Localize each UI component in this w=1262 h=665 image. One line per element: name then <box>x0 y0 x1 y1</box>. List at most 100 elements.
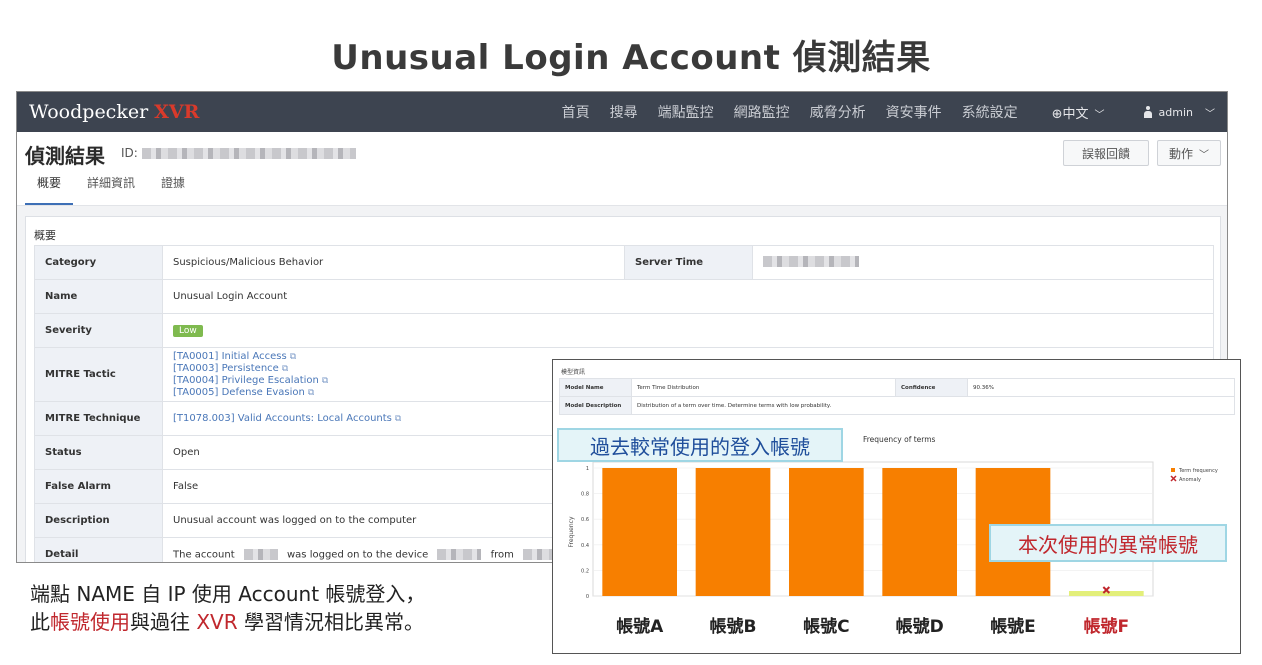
nav-threat[interactable]: 威脅分析 <box>810 102 866 122</box>
external-link-icon: ⧉ <box>289 351 297 362</box>
name-value: Unusual Login Account <box>162 279 1214 314</box>
language-label: ⊕中文 <box>1051 106 1089 122</box>
severity-badge: Low <box>173 324 203 337</box>
note-text: 此 <box>30 610 50 634</box>
bar <box>1069 591 1144 596</box>
action-button[interactable]: 動作 ﹀ <box>1157 140 1221 166</box>
table-row: Name Unusual Login Account <box>34 279 1214 314</box>
legend-swatch <box>1171 468 1175 472</box>
row-key: Model Description <box>559 396 632 415</box>
y-tick-label: 0.2 <box>581 568 589 574</box>
redacted-time <box>763 255 859 267</box>
row-key: MITRE Tactic <box>34 347 163 402</box>
x-tick-label: 帳號A <box>616 616 664 637</box>
user-menu[interactable]: admin ﹀ <box>1143 105 1215 120</box>
row-key: Model Name <box>559 378 632 397</box>
row-key: Status <box>34 435 163 470</box>
nav-endpoint[interactable]: 端點監控 <box>658 102 714 122</box>
note-line-1: 端點 NAME 自 IP 使用 Account 帳號登入， <box>30 582 426 606</box>
row-key: MITRE Technique <box>34 401 163 436</box>
table-row: Severity Low <box>34 313 1214 348</box>
bar <box>789 468 864 596</box>
page-header: 偵測結果 ID: 誤報回饋 動作 ﹀ 概要 詳細資訊 證據 <box>17 132 1227 206</box>
logo-accent: XVR <box>154 101 200 123</box>
x-tick-label: 帳號D <box>896 616 944 637</box>
logo[interactable]: Woodpecker XVR <box>29 101 199 123</box>
model-description-value: Distribution of a term over time. Determ… <box>631 396 1235 415</box>
chevron-down-icon: ﹀ <box>1205 108 1215 120</box>
x-tick-label: 帳號C <box>803 616 849 637</box>
row-key: Detail <box>34 537 163 562</box>
category-value: Suspicious/Malicious Behavior <box>162 245 625 280</box>
x-tick-label: 帳號F <box>1084 616 1130 637</box>
nav-home[interactable]: 首頁 <box>562 102 590 122</box>
slide-title: Unusual Login Account 偵測結果 <box>331 38 931 78</box>
y-axis-label: Frequency <box>568 516 575 547</box>
row-key: Name <box>34 279 163 314</box>
chart-title: Frequency of terms <box>863 435 936 444</box>
action-label: 動作 <box>1168 146 1193 161</box>
anomaly-account-callout: 本次使用的異常帳號 <box>989 524 1227 562</box>
legend-anomaly-icon <box>1170 475 1177 482</box>
bar <box>695 468 771 596</box>
nav-settings[interactable]: 系統設定 <box>962 102 1018 122</box>
y-tick-label: 0.4 <box>581 543 589 549</box>
x-tick-label: 帳號B <box>710 616 757 637</box>
nav-incident[interactable]: 資安事件 <box>886 102 942 122</box>
page-title: 偵測結果 <box>25 144 105 168</box>
row-key: Server Time <box>624 245 753 280</box>
chevron-down-icon: ﹀ <box>1094 109 1105 121</box>
row-key: Confidence <box>895 378 968 397</box>
tab-evidence[interactable]: 證據 <box>149 174 197 205</box>
table-row: Model Description Distribution of a term… <box>559 396 1235 415</box>
tactic-text: [TA0003] Persistence <box>173 362 279 374</box>
y-tick-label: 1 <box>586 466 589 472</box>
legend-label: Term frequency <box>1178 468 1218 474</box>
table-row: Category Suspicious/Malicious Behavior S… <box>34 245 1214 280</box>
external-link-icon: ⧉ <box>321 375 329 386</box>
detail-text: The account <box>173 549 235 561</box>
tactic-text: [TA0001] Initial Access <box>173 350 287 362</box>
y-tick-label: 0 <box>586 594 589 600</box>
y-tick-label: 0.6 <box>581 517 589 523</box>
row-key: Category <box>34 245 163 280</box>
model-info-card: 模型資訊 Model Name Term Time Distribution C… <box>552 359 1241 654</box>
tactic-text: [TA0004] Privilege Escalation <box>173 374 319 386</box>
note-line-2: 此帳號使用與過往 XVR 學習情況相比異常。 <box>30 608 425 636</box>
row-key: Severity <box>34 313 163 348</box>
external-link-icon: ⧉ <box>307 387 315 398</box>
redacted-account <box>243 548 278 560</box>
language-selector[interactable]: ⊕中文 ﹀ <box>1052 103 1105 122</box>
technique-text: [T1078.003] Valid Accounts: Local Accoun… <box>173 412 392 424</box>
user-name: admin <box>1158 105 1193 119</box>
note-text: 與過往 <box>130 610 197 634</box>
row-key: Description <box>34 503 163 538</box>
technique-link[interactable]: [T1078.003] Valid Accounts: Local Accoun… <box>173 413 401 424</box>
x-tick-label: 帳號E <box>990 616 1036 637</box>
severity-value: Low <box>162 313 1214 348</box>
note-text: 學習情況相比異常。 <box>237 610 424 634</box>
legend-label: Anomaly <box>1179 477 1201 483</box>
redacted-id <box>141 147 356 159</box>
note-highlight: XVR <box>196 610 238 634</box>
bar <box>602 468 677 596</box>
id-label: ID: <box>121 146 138 160</box>
redacted-device <box>437 548 482 560</box>
tab-bar: 概要 詳細資訊 證據 <box>25 174 199 205</box>
tab-details[interactable]: 詳細資訊 <box>75 174 147 205</box>
detail-text: was logged on to the device <box>287 549 429 561</box>
y-tick-label: 0.8 <box>581 492 589 498</box>
bar <box>882 468 957 596</box>
external-link-icon: ⧉ <box>394 413 402 424</box>
confidence-value: 90.36% <box>967 378 1235 397</box>
detection-id: ID: <box>121 146 356 160</box>
external-link-icon: ⧉ <box>281 363 289 374</box>
nav-network[interactable]: 網路監控 <box>734 102 790 122</box>
nav-search[interactable]: 搜尋 <box>610 102 638 122</box>
tactic-text: [TA0005] Defense Evasion <box>173 386 305 398</box>
section-label: 概要 <box>34 229 56 242</box>
detail-text: from <box>490 549 514 561</box>
note-highlight: 帳號使用 <box>50 610 130 634</box>
false-alarm-feedback-button[interactable]: 誤報回饋 <box>1063 140 1149 166</box>
tab-overview[interactable]: 概要 <box>25 174 74 205</box>
